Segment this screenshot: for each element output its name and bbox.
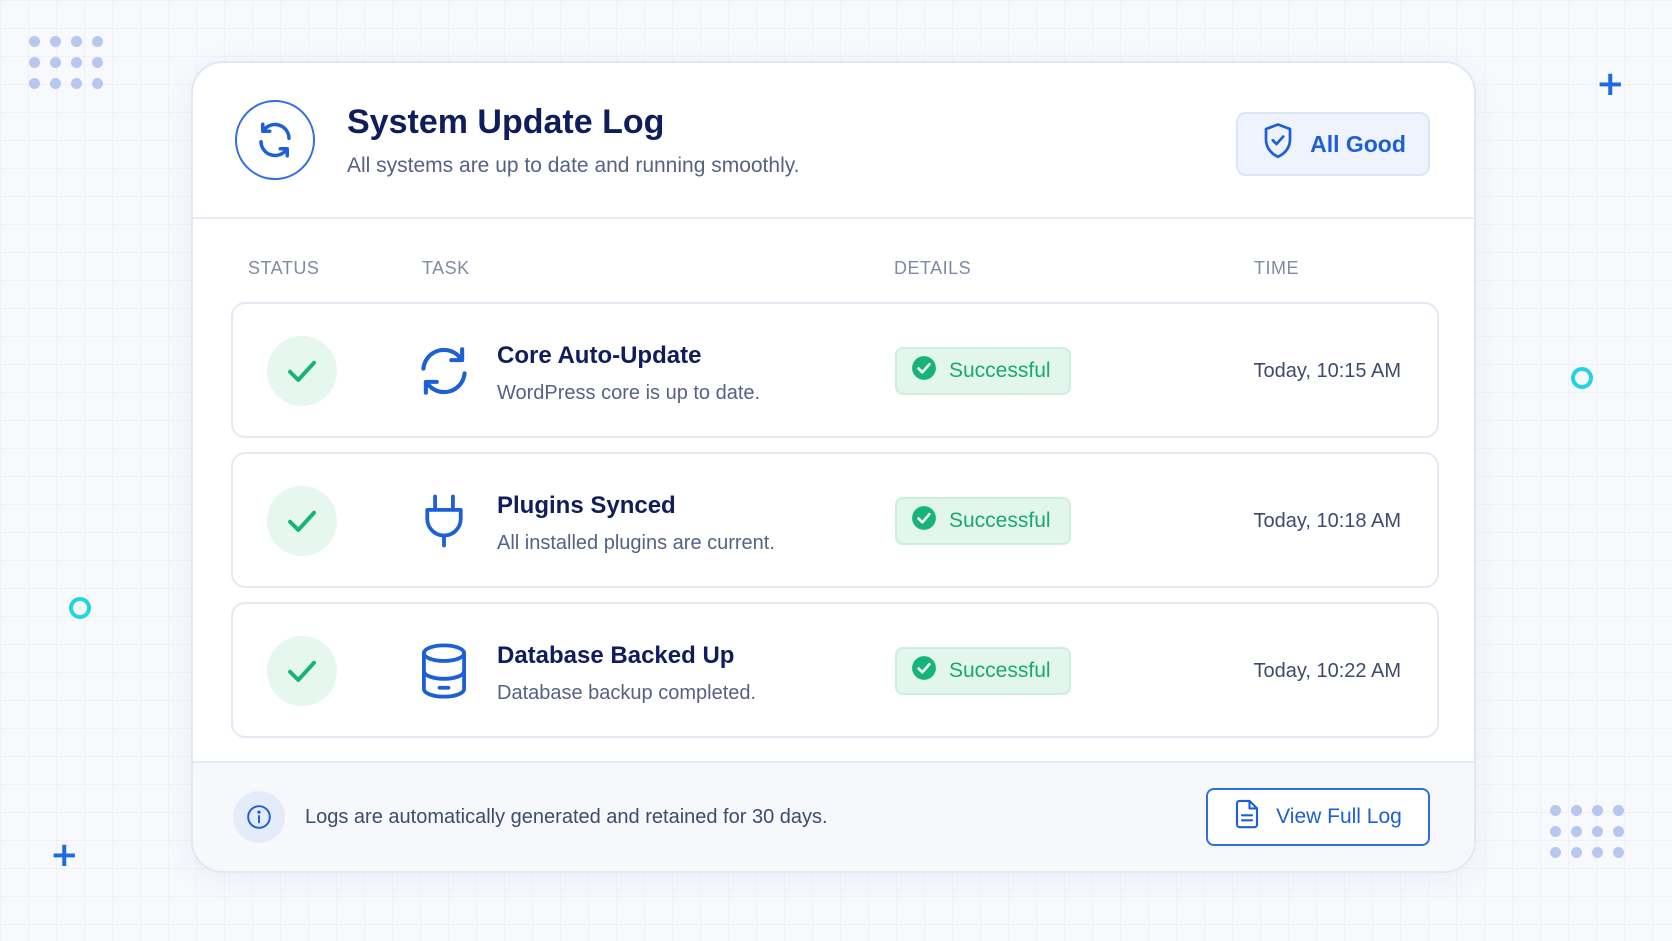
task-time: Today, 10:18 AM	[1253, 510, 1402, 532]
task-title: Plugins Synced	[497, 492, 676, 519]
view-full-log-label: View Full Log	[1276, 805, 1402, 828]
status-badge: Successful	[895, 647, 1071, 695]
sync-icon	[413, 340, 475, 402]
decorative-dot-grid	[29, 36, 103, 89]
status-badge: Successful	[895, 497, 1071, 545]
decorative-plus-icon: +	[1596, 64, 1625, 104]
table-header: STATUS TASK DETAILS TIME	[193, 219, 1474, 307]
column-header-status: STATUS	[248, 258, 320, 278]
view-full-log-button[interactable]: View Full Log	[1206, 788, 1430, 846]
card-footer: Logs are automatically generated and ret…	[193, 761, 1474, 871]
status-badge-label: Successful	[949, 509, 1051, 532]
task-title: Core Auto-Update	[497, 342, 702, 369]
document-icon	[1234, 799, 1260, 835]
check-icon	[267, 336, 337, 406]
check-circle-icon	[911, 505, 937, 537]
overall-status-badge: All Good	[1236, 112, 1430, 176]
database-icon	[413, 640, 475, 702]
status-badge: Successful	[895, 347, 1071, 395]
column-header-time: TIME	[1254, 258, 1299, 278]
plug-icon	[413, 490, 475, 552]
retention-note: Logs are automatically generated and ret…	[305, 805, 828, 828]
task-description: All installed plugins are current.	[497, 532, 775, 554]
check-icon	[267, 486, 337, 556]
refresh-icon	[235, 100, 315, 180]
decorative-ring	[1571, 367, 1593, 389]
check-icon	[267, 636, 337, 706]
table-row: Plugins Synced All installed plugins are…	[231, 452, 1439, 588]
update-log-card: System Update Log All systems are up to …	[191, 61, 1476, 873]
column-header-task: TASK	[422, 258, 470, 278]
info-icon	[233, 791, 285, 843]
overall-status-label: All Good	[1310, 130, 1406, 157]
status-badge-label: Successful	[949, 359, 1051, 382]
card-header: System Update Log All systems are up to …	[193, 63, 1474, 219]
task-description: WordPress core is up to date.	[497, 382, 761, 404]
page-title: System Update Log	[347, 102, 665, 141]
status-badge-label: Successful	[949, 659, 1051, 682]
decorative-dot-grid	[1550, 805, 1624, 858]
decorative-ring	[69, 597, 91, 619]
table-row: Database Backed Up Database backup compl…	[231, 602, 1439, 738]
task-title: Database Backed Up	[497, 642, 735, 669]
task-time: Today, 10:22 AM	[1253, 660, 1402, 682]
check-circle-icon	[911, 355, 937, 387]
check-circle-icon	[911, 655, 937, 687]
page-subtitle: All systems are up to date and running s…	[347, 153, 800, 177]
column-header-details: DETAILS	[894, 258, 972, 278]
task-time: Today, 10:15 AM	[1253, 360, 1402, 382]
task-description: Database backup completed.	[497, 682, 757, 704]
decorative-plus-icon: +	[50, 835, 79, 875]
table-row: Core Auto-Update WordPress core is up to…	[231, 302, 1439, 438]
shield-check-icon	[1260, 121, 1296, 167]
